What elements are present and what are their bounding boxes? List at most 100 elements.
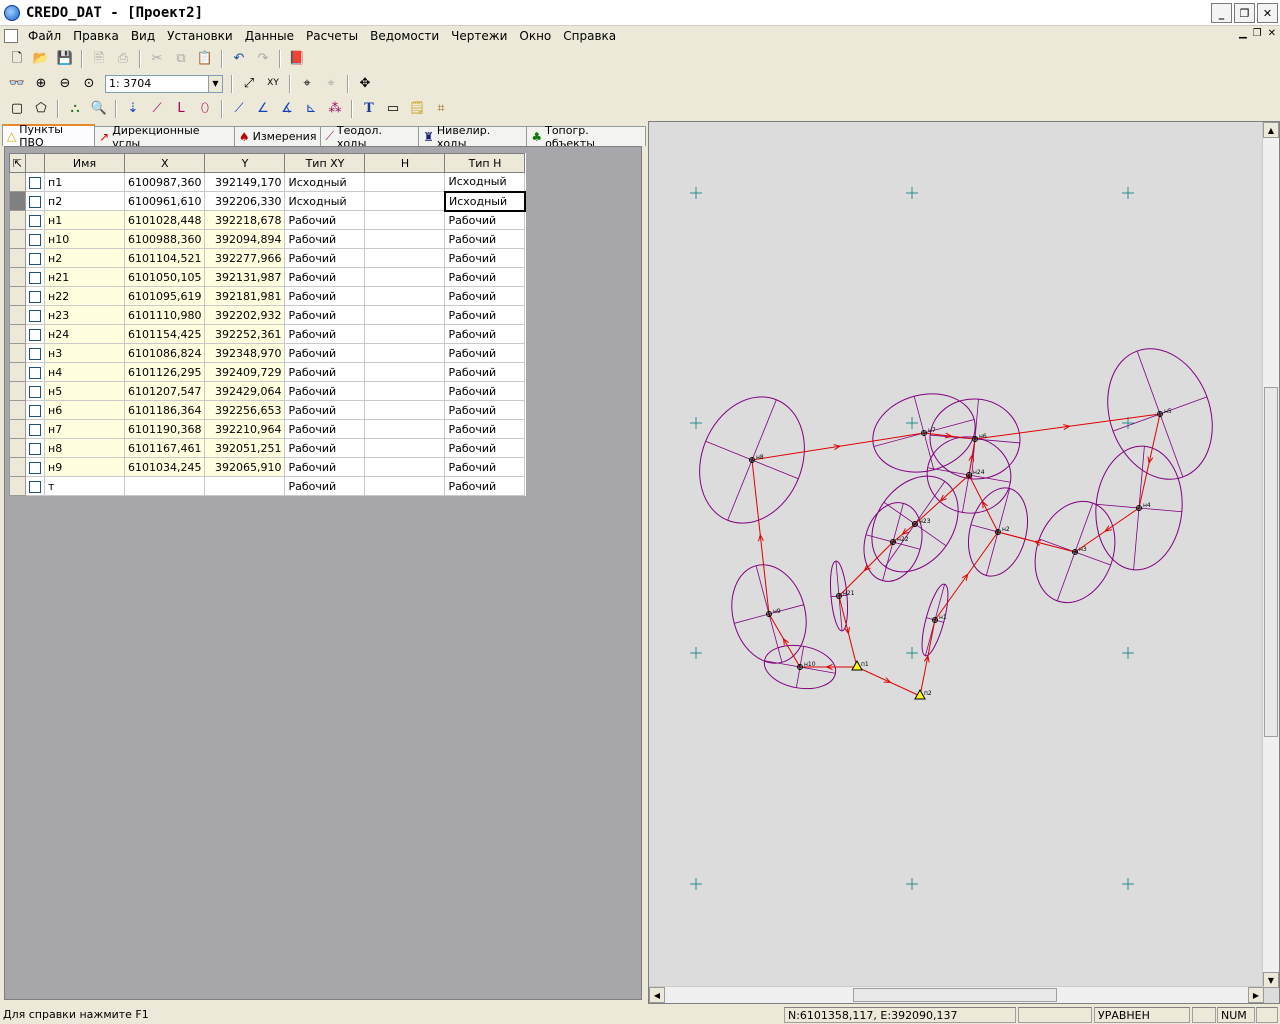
row-checkbox[interactable]: [25, 229, 45, 249]
scroll-left-icon[interactable]: ◀: [649, 987, 665, 1003]
restore-button[interactable]: ❐: [1234, 3, 1255, 23]
cell-y[interactable]: 392181,981: [204, 286, 286, 306]
undo-icon[interactable]: ↶: [228, 48, 250, 70]
cell-h[interactable]: [364, 324, 446, 344]
cell-h[interactable]: [364, 210, 446, 230]
direction-tool-icon[interactable]: ⊾: [300, 98, 322, 120]
cell-x[interactable]: 6101190,368: [123, 419, 206, 439]
cell-type-xy[interactable]: Рабочий: [284, 476, 366, 496]
row-header[interactable]: [9, 324, 26, 344]
cell-y[interactable]: 392429,064: [204, 381, 286, 401]
cell-type-xy[interactable]: Рабочий: [284, 286, 366, 306]
menu-help[interactable]: Справка: [557, 29, 622, 43]
cell-x[interactable]: 6101034,245: [123, 457, 206, 477]
cell-name[interactable]: н21: [44, 267, 125, 287]
cell-name[interactable]: н8: [44, 438, 125, 458]
checkbox[interactable]: [29, 480, 41, 493]
cell-type-h[interactable]: Рабочий: [444, 457, 526, 477]
cell-type-xy[interactable]: Рабочий: [284, 419, 366, 439]
network-tool-icon[interactable]: ⁂: [324, 98, 346, 120]
cell-type-xy[interactable]: Рабочий: [284, 324, 366, 344]
scroll-down-icon[interactable]: ▼: [1263, 972, 1279, 988]
row-header[interactable]: [9, 286, 26, 306]
cell-name[interactable]: н1: [44, 210, 125, 230]
select-rectangle-icon[interactable]: ▢: [6, 98, 28, 120]
row-checkbox[interactable]: [25, 343, 45, 363]
cell-x[interactable]: 6101154,425: [123, 324, 206, 344]
zoom-out-icon[interactable]: ⊖: [54, 73, 76, 95]
cell-name[interactable]: н4: [44, 362, 125, 382]
row-checkbox[interactable]: [25, 400, 45, 420]
tab-leveling-traverses[interactable]: ♜ Нивелир. ходы: [418, 124, 528, 150]
document-icon[interactable]: [4, 29, 18, 43]
table-row[interactable]: н3 6101086,824 392348,970 Рабочий Рабочий: [9, 343, 526, 363]
menu-edit[interactable]: Правка: [67, 29, 125, 43]
checkbox[interactable]: [29, 366, 41, 379]
row-checkbox[interactable]: [25, 172, 45, 192]
cell-h[interactable]: [364, 191, 446, 211]
cell-y[interactable]: 392206,330: [204, 191, 286, 211]
cell-x[interactable]: 6101110,980: [123, 305, 206, 325]
tab-direction-angles[interactable]: ↗ Дирекционные углы: [94, 124, 235, 150]
save-icon[interactable]: 💾: [54, 48, 76, 70]
cell-type-xy[interactable]: Рабочий: [284, 362, 366, 382]
row-header[interactable]: [9, 476, 26, 496]
cell-type-h[interactable]: Рабочий: [444, 210, 526, 230]
scale-combobox[interactable]: 1: 3704 ▼: [105, 74, 223, 93]
checkbox[interactable]: [29, 233, 41, 246]
cell-type-xy[interactable]: Рабочий: [284, 305, 366, 325]
horizontal-scrollbar[interactable]: ◀ ▶: [649, 986, 1264, 1003]
cell-x[interactable]: 6101050,105: [123, 267, 206, 287]
cell-y[interactable]: 392252,361: [204, 324, 286, 344]
cell-type-xy[interactable]: Рабочий: [284, 248, 366, 268]
cell-x[interactable]: 6101086,824: [123, 343, 206, 363]
pan-icon[interactable]: ✥: [354, 73, 376, 95]
cell-type-h[interactable]: Рабочий: [444, 476, 526, 496]
cell-y[interactable]: 392218,678: [204, 210, 286, 230]
checkbox[interactable]: [29, 176, 41, 189]
table-row[interactable]: н10 6100988,360 392094,894 Рабочий Рабочий: [9, 229, 526, 249]
cell-h[interactable]: [364, 400, 446, 420]
sort-icon[interactable]: ⇣: [122, 98, 144, 120]
tab-points[interactable]: △ Пункты ПВО: [2, 123, 96, 149]
cell-y[interactable]: 392348,970: [204, 343, 286, 363]
checkbox[interactable]: [29, 404, 41, 417]
cell-y[interactable]: 392256,653: [204, 400, 286, 420]
cell-h[interactable]: [364, 343, 446, 363]
row-checkbox[interactable]: [25, 457, 45, 477]
cell-h[interactable]: [364, 305, 446, 325]
menu-window[interactable]: Окно: [513, 29, 557, 43]
cell-name[interactable]: н9: [44, 457, 125, 477]
table-row[interactable]: п2 6100961,610 392206,330 Исходный Исходный: [9, 190, 526, 212]
cell-type-h[interactable]: Рабочий: [444, 343, 526, 363]
row-header[interactable]: [9, 210, 26, 230]
cell-type-h[interactable]: Рабочий: [444, 286, 526, 306]
map-view[interactable]: н8 н7 н6 н5 н24 н23 н22 н2 н4 н3 н9 н21 н1 н10 п1 п2 ▲ …: [648, 121, 1280, 1004]
table-row[interactable]: н8 6101167,461 392051,251 Рабочий Рабочий: [9, 438, 526, 458]
horizontal-scroll-thumb[interactable]: [853, 988, 1057, 1002]
cell-x[interactable]: 6101207,547: [123, 381, 206, 401]
row-header[interactable]: [9, 438, 26, 458]
cell-x[interactable]: 6100988,360: [123, 229, 206, 249]
cell-y[interactable]: 392202,932: [204, 305, 286, 325]
table-row[interactable]: н21 6101050,105 392131,987 Рабочий Рабочий: [9, 267, 526, 287]
checkbox[interactable]: [29, 328, 41, 341]
cell-h[interactable]: [364, 419, 446, 439]
cell-type-h[interactable]: Рабочий: [444, 305, 526, 325]
cell-type-h[interactable]: Рабочий: [444, 267, 526, 287]
map-canvas[interactable]: н8 н7 н6 н5 н24 н23 н22 н2 н4 н3 н9 н21 н1 н10 п1 п2: [649, 122, 1264, 988]
row-checkbox[interactable]: [25, 324, 45, 344]
cell-h[interactable]: [364, 267, 446, 287]
cell-name[interactable]: н6: [44, 400, 125, 420]
cell-type-xy[interactable]: Рабочий: [284, 457, 366, 477]
mdi-close-button[interactable]: ✕: [1268, 28, 1276, 39]
ellipse-tool-icon[interactable]: ⬯: [194, 98, 216, 120]
row-header[interactable]: [9, 381, 26, 401]
cell-y[interactable]: 392051,251: [204, 438, 286, 458]
tab-measurements[interactable]: ♠ Измерения: [233, 126, 322, 146]
cell-type-h[interactable]: Рабочий: [444, 229, 526, 249]
table-row[interactable]: н7 6101190,368 392210,964 Рабочий Рабочий: [9, 419, 526, 439]
column-header-type-xy[interactable]: Тип XY: [284, 153, 366, 173]
row-header[interactable]: [9, 267, 26, 287]
cell-type-xy[interactable]: Рабочий: [284, 267, 366, 287]
